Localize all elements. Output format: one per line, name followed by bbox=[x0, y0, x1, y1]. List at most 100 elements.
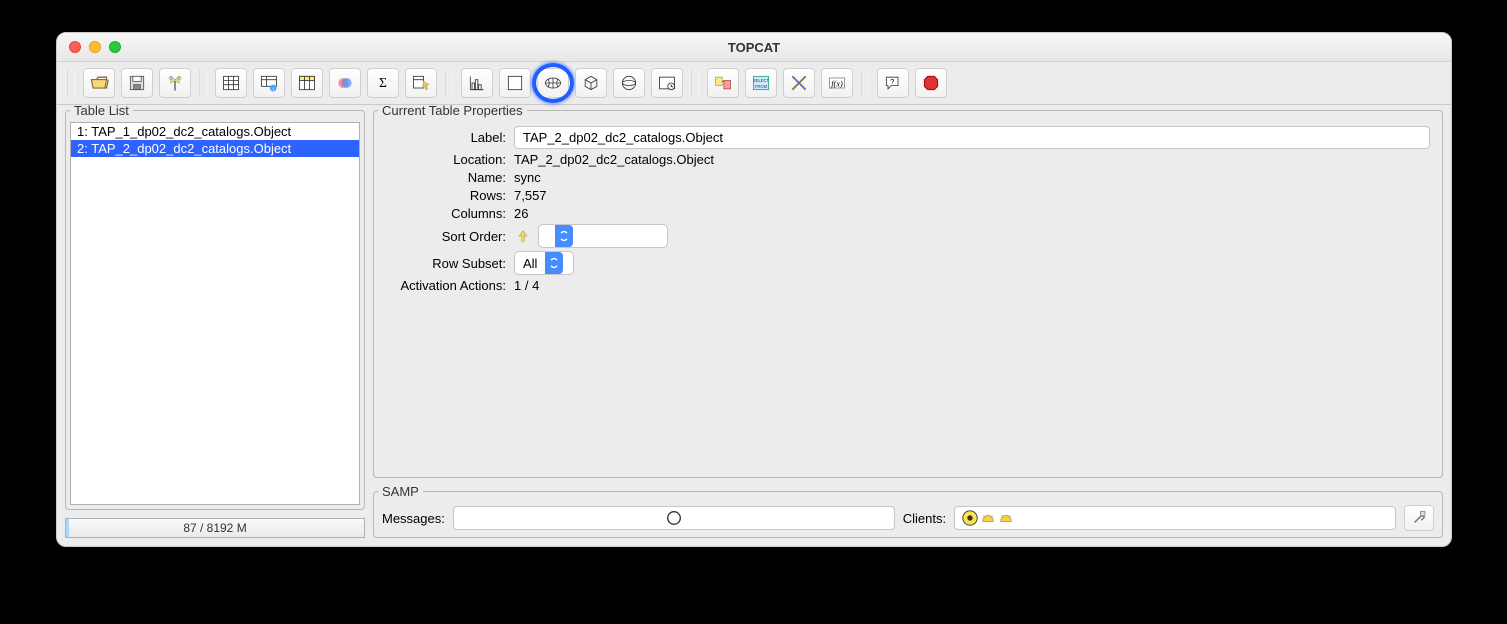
stats-icon: Σ bbox=[373, 73, 393, 93]
cross-match-icon bbox=[789, 73, 809, 93]
toolbar-separator bbox=[445, 70, 453, 96]
app-window: TOPCAT i Σ bbox=[56, 32, 1452, 547]
table-list-legend: Table List bbox=[70, 103, 133, 118]
histogram-icon bbox=[467, 73, 487, 93]
cube-plot-icon bbox=[581, 73, 601, 93]
table-list-item[interactable]: 2: TAP_2_dp02_dc2_catalogs.Object bbox=[71, 140, 359, 157]
samp-panel: SAMP Messages: Clients: bbox=[373, 484, 1443, 538]
plug-icon bbox=[1410, 509, 1428, 527]
toolbar-separator bbox=[691, 70, 699, 96]
table-columns-icon bbox=[297, 73, 317, 93]
table-list-box[interactable]: 1: TAP_1_dp02_dc2_catalogs.Object 2: TAP… bbox=[70, 122, 360, 505]
cube-plot-button[interactable] bbox=[575, 68, 607, 98]
table-view-icon bbox=[221, 73, 241, 93]
subset-field-label: Row Subset: bbox=[386, 256, 506, 271]
plane-plot-icon bbox=[505, 73, 525, 93]
label-input[interactable] bbox=[514, 126, 1430, 149]
plane-plot-button[interactable] bbox=[499, 68, 531, 98]
samp-clients-label: Clients: bbox=[903, 511, 946, 526]
sky-plot-icon bbox=[543, 73, 563, 93]
broadcast-button[interactable] bbox=[159, 68, 191, 98]
samp-client-hub-icon bbox=[961, 509, 979, 527]
dropdown-chevron-icon bbox=[545, 252, 563, 274]
table-view-button[interactable] bbox=[215, 68, 247, 98]
toolbar-separator bbox=[199, 70, 207, 96]
properties-panel: Current Table Properties Label: Location… bbox=[373, 103, 1443, 478]
toolbar-separator bbox=[861, 70, 869, 96]
stats-button[interactable]: Σ bbox=[367, 68, 399, 98]
samp-connect-button[interactable] bbox=[1404, 505, 1434, 531]
open-folder-icon bbox=[89, 73, 109, 93]
sphere-plot-button[interactable] bbox=[613, 68, 645, 98]
svg-text:SELECT: SELECT bbox=[753, 78, 770, 83]
samp-client-topcat-icon bbox=[979, 509, 997, 527]
help-icon: ? bbox=[883, 73, 903, 93]
sky-plot-button[interactable] bbox=[537, 68, 569, 98]
tap-icon: SELECTFROM bbox=[751, 73, 771, 93]
help-button[interactable]: ? bbox=[877, 68, 909, 98]
row-subset-select[interactable]: All bbox=[514, 251, 574, 275]
sort-column-select[interactable] bbox=[538, 224, 668, 248]
cross-match-button[interactable] bbox=[783, 68, 815, 98]
columns-field-label: Columns: bbox=[386, 206, 506, 221]
table-info-icon: i bbox=[259, 73, 279, 93]
window-title: TOPCAT bbox=[57, 40, 1451, 55]
activation-icon bbox=[411, 73, 431, 93]
titlebar: TOPCAT bbox=[57, 33, 1451, 62]
table-columns-button[interactable] bbox=[291, 68, 323, 98]
left-column: Table List 1: TAP_1_dp02_dc2_catalogs.Ob… bbox=[65, 103, 365, 538]
time-plot-button[interactable] bbox=[651, 68, 683, 98]
minimize-window-button[interactable] bbox=[89, 41, 101, 53]
window-controls bbox=[69, 41, 121, 53]
time-plot-icon bbox=[657, 73, 677, 93]
activation-value: 1 / 4 bbox=[514, 278, 539, 293]
subsets-icon bbox=[335, 73, 355, 93]
location-field-label: Location: bbox=[386, 152, 506, 167]
arrow-up-icon bbox=[515, 228, 531, 244]
zoom-window-button[interactable] bbox=[109, 41, 121, 53]
samp-message-status-icon bbox=[665, 509, 683, 527]
activation-button[interactable] bbox=[405, 68, 437, 98]
toolbar-separator bbox=[67, 70, 75, 96]
main-content: Table List 1: TAP_1_dp02_dc2_catalogs.Ob… bbox=[65, 103, 1443, 538]
svg-text:Σ: Σ bbox=[379, 75, 387, 90]
match-tables-icon bbox=[713, 73, 733, 93]
tap-button[interactable]: SELECTFROM bbox=[745, 68, 777, 98]
subsets-button[interactable] bbox=[329, 68, 361, 98]
sphere-plot-icon bbox=[619, 73, 639, 93]
memory-label: 87 / 8192 M bbox=[183, 521, 246, 535]
svg-text:?: ? bbox=[890, 77, 894, 86]
activation-field-label: Activation Actions: bbox=[386, 278, 506, 293]
stop-button[interactable] bbox=[915, 68, 947, 98]
sort-field-label: Sort Order: bbox=[386, 229, 506, 244]
match-tables-button[interactable] bbox=[707, 68, 739, 98]
samp-messages-label: Messages: bbox=[382, 511, 445, 526]
svg-text:FROM: FROM bbox=[755, 84, 768, 89]
samp-messages-box bbox=[453, 506, 895, 530]
table-list-item[interactable]: 1: TAP_1_dp02_dc2_catalogs.Object bbox=[71, 123, 359, 140]
histogram-button[interactable] bbox=[461, 68, 493, 98]
dropdown-chevron-icon bbox=[555, 225, 573, 247]
row-subset-value: All bbox=[523, 256, 537, 271]
svg-text:f(x): f(x) bbox=[831, 79, 843, 88]
properties-legend: Current Table Properties bbox=[378, 103, 527, 118]
sort-direction-toggle[interactable] bbox=[514, 227, 532, 245]
name-value: sync bbox=[514, 170, 541, 185]
samp-client-topcat-icon bbox=[997, 509, 1015, 527]
open-folder-button[interactable] bbox=[83, 68, 115, 98]
name-field-label: Name: bbox=[386, 170, 506, 185]
right-column: Current Table Properties Label: Location… bbox=[373, 103, 1443, 538]
rows-field-label: Rows: bbox=[386, 188, 506, 203]
location-value: TAP_2_dp02_dc2_catalogs.Object bbox=[514, 152, 714, 167]
close-window-button[interactable] bbox=[69, 41, 81, 53]
functions-button[interactable]: f(x) bbox=[821, 68, 853, 98]
table-list-panel: Table List 1: TAP_1_dp02_dc2_catalogs.Ob… bbox=[65, 103, 365, 510]
rows-value: 7,557 bbox=[514, 188, 547, 203]
columns-value: 26 bbox=[514, 206, 528, 221]
broadcast-icon bbox=[165, 73, 185, 93]
samp-clients-box bbox=[954, 506, 1396, 530]
table-info-button[interactable]: i bbox=[253, 68, 285, 98]
memory-meter: 87 / 8192 M bbox=[65, 518, 365, 538]
samp-legend: SAMP bbox=[378, 484, 423, 499]
save-button[interactable] bbox=[121, 68, 153, 98]
